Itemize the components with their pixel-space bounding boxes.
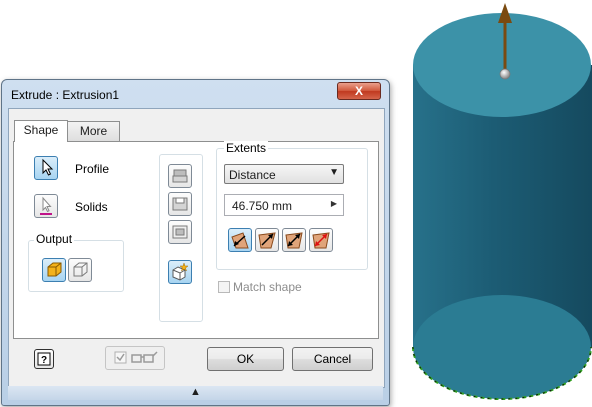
help-icon: ? xyxy=(37,352,51,366)
dialog-expander[interactable]: ▲ xyxy=(8,386,383,400)
extents-group-title: Extents xyxy=(224,141,269,155)
cut-icon xyxy=(172,197,188,211)
match-shape-label: Match shape xyxy=(233,280,302,294)
extrude-dialog: Extrude : Extrusion1 X Shape More Profil… xyxy=(1,79,390,406)
tab-more[interactable]: More xyxy=(67,121,120,141)
dropdown-arrow-icon: ▼ xyxy=(329,167,339,178)
preview-checkbox-icon xyxy=(114,351,158,364)
glasses-icon xyxy=(131,351,158,363)
extents-type-dropdown[interactable]: Distance ▼ xyxy=(224,164,344,184)
direction-asymmetric-icon xyxy=(312,232,330,249)
solids-label: Solids xyxy=(75,200,108,214)
cut-button[interactable] xyxy=(168,192,192,216)
cursor-solid-icon xyxy=(40,196,52,215)
flyout-arrow-icon[interactable]: ▶ xyxy=(331,199,337,208)
direction-asymmetric-button[interactable] xyxy=(309,228,333,252)
direction-default-icon xyxy=(231,232,249,249)
cylinder-top-face[interactable] xyxy=(413,13,591,117)
distance-value: 46.750 mm xyxy=(232,199,293,213)
tab-shape[interactable]: Shape xyxy=(14,120,68,142)
output-solid-button[interactable] xyxy=(42,258,66,282)
solid-output-icon xyxy=(47,262,62,277)
direction-symmetric-button[interactable] xyxy=(282,228,306,252)
match-shape-checkbox[interactable] xyxy=(218,281,230,293)
new-solid-icon xyxy=(172,262,189,281)
dialog-title: Extrude : Extrusion1 xyxy=(11,88,120,102)
join-button[interactable] xyxy=(168,164,192,188)
dialog-body: Shape More Profile Solids Output Extents… xyxy=(8,108,385,388)
direction-flipped-button[interactable] xyxy=(255,228,279,252)
close-button[interactable]: X xyxy=(337,82,381,100)
direction-flipped-icon xyxy=(258,232,276,249)
output-surface-button[interactable] xyxy=(68,258,92,282)
join-icon xyxy=(172,169,188,183)
surface-output-icon xyxy=(73,262,88,277)
distance-input[interactable]: 46.750 mm ▶ xyxy=(224,194,344,216)
profile-label: Profile xyxy=(75,162,110,176)
direction-symmetric-icon xyxy=(285,232,303,249)
title-bar[interactable]: Extrude : Extrusion1 X xyxy=(2,80,389,108)
extents-type-value: Distance xyxy=(229,168,276,182)
output-group-title: Output xyxy=(34,232,75,246)
manipulator-arrowhead[interactable] xyxy=(498,3,512,23)
cursor-arrow-icon xyxy=(42,158,54,176)
cancel-button[interactable]: Cancel xyxy=(292,347,373,371)
profile-select-button[interactable] xyxy=(34,156,58,180)
solids-select-button[interactable] xyxy=(34,194,58,218)
new-solid-button[interactable] xyxy=(168,260,192,284)
direction-default-button[interactable] xyxy=(228,228,252,252)
intersect-button[interactable] xyxy=(168,220,192,244)
shape-panel: Profile Solids Output Extents Distance ▼… xyxy=(13,141,379,339)
ok-button[interactable]: OK xyxy=(207,347,284,371)
intersect-icon xyxy=(172,225,188,239)
manipulator-ball[interactable] xyxy=(499,68,511,80)
expand-arrow-icon[interactable]: ▲ xyxy=(190,386,201,398)
preview-toggle-button[interactable] xyxy=(105,346,165,370)
svg-text:?: ? xyxy=(41,355,47,366)
help-button[interactable]: ? xyxy=(34,349,54,369)
